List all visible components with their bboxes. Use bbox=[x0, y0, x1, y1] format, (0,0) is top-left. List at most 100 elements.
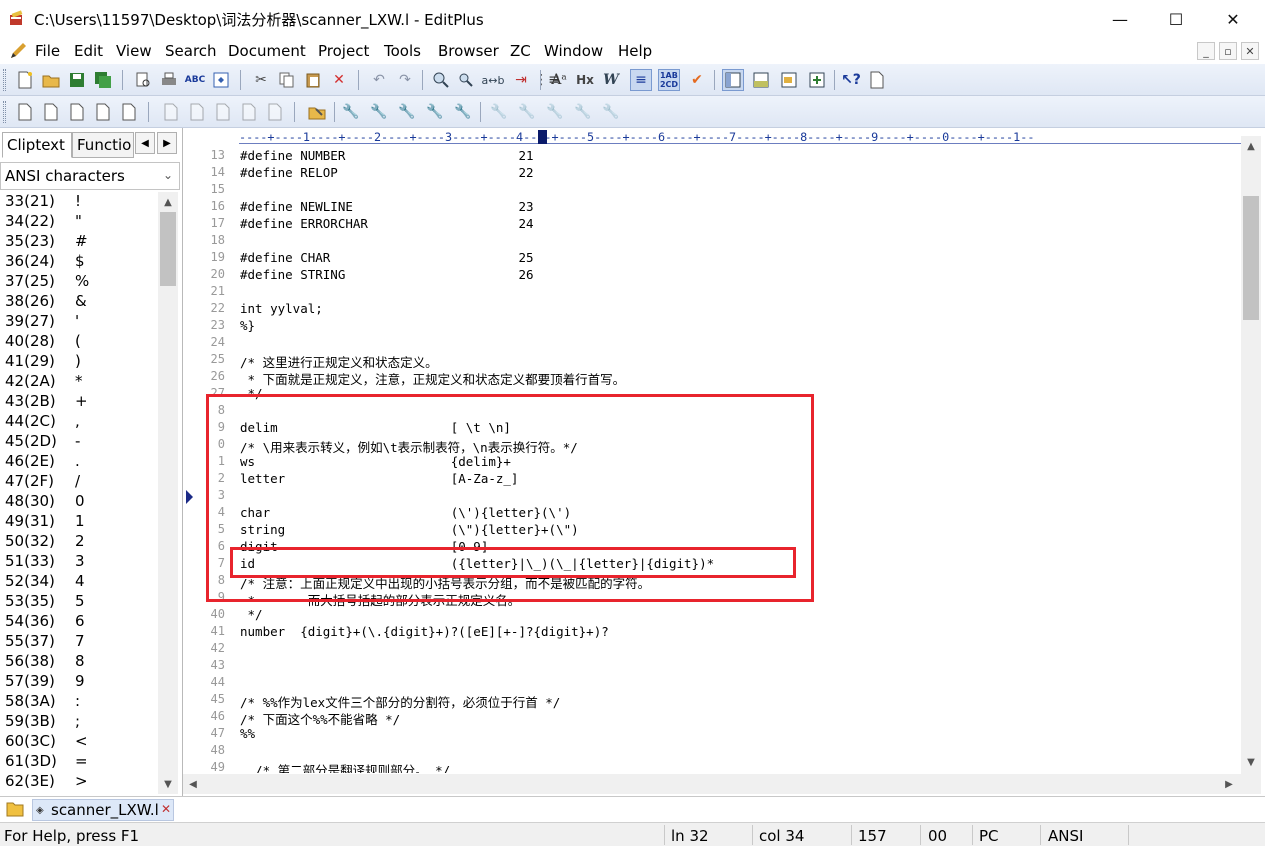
tab-scroll-left-button[interactable]: ◀ bbox=[135, 132, 155, 154]
folder-icon[interactable] bbox=[6, 801, 24, 817]
user-tool-9-icon[interactable]: 🔧 bbox=[572, 101, 594, 123]
scroll-right-icon[interactable]: ▶ bbox=[1221, 776, 1237, 792]
print-preview-icon[interactable] bbox=[132, 69, 154, 91]
replace-icon[interactable]: a↔b bbox=[482, 69, 505, 91]
code-line[interactable]: * 下面就是正规定义，注意，正规定义和状态定义都要顶着行首写。 bbox=[240, 369, 626, 387]
menu-tools[interactable]: Tools bbox=[384, 42, 421, 60]
code-line[interactable]: %} bbox=[240, 318, 255, 335]
code-line[interactable]: /* 下面这个%%不能省略 */ bbox=[240, 709, 400, 727]
user-tool-8-icon[interactable]: 🔧 bbox=[544, 101, 566, 123]
tab-scroll-right-button[interactable]: ▶ bbox=[157, 132, 177, 154]
save-icon[interactable] bbox=[66, 69, 88, 91]
code-line[interactable]: #define ERRORCHAR 24 bbox=[240, 216, 534, 233]
scroll-left-icon[interactable]: ◀ bbox=[185, 776, 201, 792]
editor-vertical-scrollbar[interactable]: ▲ ▼ bbox=[1241, 136, 1261, 774]
minimize-button[interactable]: — bbox=[1092, 0, 1148, 38]
menu-file[interactable]: File bbox=[35, 42, 60, 60]
menu-search[interactable]: Search bbox=[165, 42, 217, 60]
mdi-minimize-button[interactable]: _ bbox=[1197, 42, 1215, 60]
new-html-icon[interactable] bbox=[866, 69, 888, 91]
code-line[interactable]: /* 第二部分是翻译规则部分。 */ bbox=[240, 760, 450, 773]
user-tool-3-icon[interactable]: 🔧 bbox=[396, 101, 418, 123]
open-folder-icon[interactable] bbox=[40, 69, 62, 91]
template-doc-8-icon[interactable] bbox=[212, 101, 234, 123]
ruler-toggle-icon[interactable]: 1AB 2CD bbox=[658, 69, 680, 91]
toolbar-grip[interactable] bbox=[3, 69, 6, 91]
find-in-files-icon[interactable] bbox=[456, 69, 478, 91]
template-doc-3-icon[interactable] bbox=[66, 101, 88, 123]
panel-toggle-icon[interactable] bbox=[722, 69, 744, 91]
template-doc-7-icon[interactable] bbox=[186, 101, 208, 123]
char-list-scrollbar[interactable]: ▲ ▼ bbox=[158, 192, 178, 794]
scroll-up-icon[interactable]: ▲ bbox=[1243, 138, 1259, 154]
find-icon[interactable] bbox=[430, 69, 452, 91]
user-tool-7-icon[interactable]: 🔧 bbox=[516, 101, 538, 123]
user-tool-4-icon[interactable]: 🔧 bbox=[424, 101, 446, 123]
font-icon[interactable]: Aᵃ bbox=[548, 69, 570, 91]
tab-cliptext[interactable]: Cliptext bbox=[2, 132, 72, 158]
delete-icon[interactable]: ✕ bbox=[328, 69, 350, 91]
cut-icon[interactable]: ✂ bbox=[250, 69, 272, 91]
code-line[interactable]: #define CHAR 25 bbox=[240, 250, 534, 267]
editor-horizontal-scrollbar[interactable]: ◀ ▶ bbox=[183, 774, 1261, 794]
menu-help[interactable]: Help bbox=[618, 42, 652, 60]
template-doc-10-icon[interactable] bbox=[264, 101, 286, 123]
user-tool-5-icon[interactable]: 🔧 bbox=[452, 101, 474, 123]
template-doc-6-icon[interactable] bbox=[160, 101, 182, 123]
scroll-down-icon[interactable]: ▼ bbox=[1243, 754, 1259, 770]
paste-icon[interactable] bbox=[302, 69, 324, 91]
word-wrap-icon[interactable]: W bbox=[600, 69, 622, 91]
user-tool-folder-icon[interactable] bbox=[306, 101, 328, 123]
mdi-close-button[interactable]: ✕ bbox=[1241, 42, 1259, 60]
code-line[interactable]: /* %%作为lex文件三个部分的分割符，必须位于行首 */ bbox=[240, 692, 560, 710]
code-line[interactable]: #define STRING 26 bbox=[240, 267, 534, 284]
menu-edit[interactable]: Edit bbox=[74, 42, 103, 60]
code-line[interactable]: number {digit}+(\.{digit}+)?([eE][+-]?{d… bbox=[240, 624, 609, 641]
copy-icon[interactable] bbox=[276, 69, 298, 91]
directory-window-icon[interactable] bbox=[778, 69, 800, 91]
output-window-icon[interactable] bbox=[750, 69, 772, 91]
browser-view-icon[interactable] bbox=[210, 69, 232, 91]
help-pointer-icon[interactable]: ↖? bbox=[840, 69, 862, 91]
redo-icon[interactable]: ↷ bbox=[394, 69, 416, 91]
mdi-restore-button[interactable]: ▫ bbox=[1219, 42, 1237, 60]
editor-scroll-thumb[interactable] bbox=[1243, 196, 1259, 320]
close-button[interactable]: ✕ bbox=[1205, 0, 1261, 38]
template-doc-5-icon[interactable] bbox=[118, 101, 140, 123]
code-line[interactable]: #define NUMBER 21 bbox=[240, 148, 534, 165]
cliptext-library-select[interactable]: ANSI characters ⌄ bbox=[0, 162, 180, 190]
undo-icon[interactable]: ↶ bbox=[368, 69, 390, 91]
close-tab-icon[interactable]: ✕ bbox=[161, 802, 171, 816]
template-doc-9-icon[interactable] bbox=[238, 101, 260, 123]
code-line[interactable]: #define NEWLINE 23 bbox=[240, 199, 534, 216]
template-doc-1-icon[interactable] bbox=[14, 101, 36, 123]
check-icon[interactable]: ✔ bbox=[686, 69, 708, 91]
hex-view-icon[interactable]: Hx bbox=[574, 69, 596, 91]
scroll-up-icon[interactable]: ▲ bbox=[160, 194, 176, 210]
goto-icon[interactable]: ⇥ bbox=[510, 69, 532, 91]
print-icon[interactable] bbox=[158, 69, 180, 91]
menu-document[interactable]: Document bbox=[228, 42, 306, 60]
user-tool-6-icon[interactable]: 🔧 bbox=[488, 101, 510, 123]
user-tool-1-icon[interactable]: 🔧 bbox=[340, 101, 362, 123]
tab-functions[interactable]: Functio bbox=[72, 132, 134, 158]
document-tab[interactable]: ◈ scanner_LXW.l ✕ bbox=[32, 799, 174, 821]
scroll-down-icon[interactable]: ▼ bbox=[160, 776, 176, 792]
menu-view[interactable]: View bbox=[116, 42, 152, 60]
menu-window[interactable]: Window bbox=[544, 42, 603, 60]
template-doc-2-icon[interactable] bbox=[40, 101, 62, 123]
toolbar-grip-2[interactable] bbox=[3, 101, 6, 123]
code-line[interactable]: int yylval; bbox=[240, 301, 323, 318]
code-line[interactable]: /* 这里进行正规定义和状态定义。 bbox=[240, 352, 438, 370]
template-doc-4-icon[interactable] bbox=[92, 101, 114, 123]
char-list-scroll-thumb[interactable] bbox=[160, 212, 176, 286]
menu-browser[interactable]: Browser bbox=[438, 42, 499, 60]
user-tool-10-icon[interactable]: 🔧 bbox=[600, 101, 622, 123]
editor-pane[interactable]: ----+----1----+----2----+----3----+----4… bbox=[183, 128, 1265, 796]
menu-project[interactable]: Project bbox=[318, 42, 369, 60]
new-file-icon[interactable] bbox=[14, 69, 36, 91]
save-all-icon[interactable] bbox=[92, 69, 114, 91]
maximize-button[interactable]: ☐ bbox=[1148, 0, 1204, 38]
code-line[interactable]: */ bbox=[240, 607, 263, 624]
code-line[interactable]: %% bbox=[240, 726, 255, 743]
